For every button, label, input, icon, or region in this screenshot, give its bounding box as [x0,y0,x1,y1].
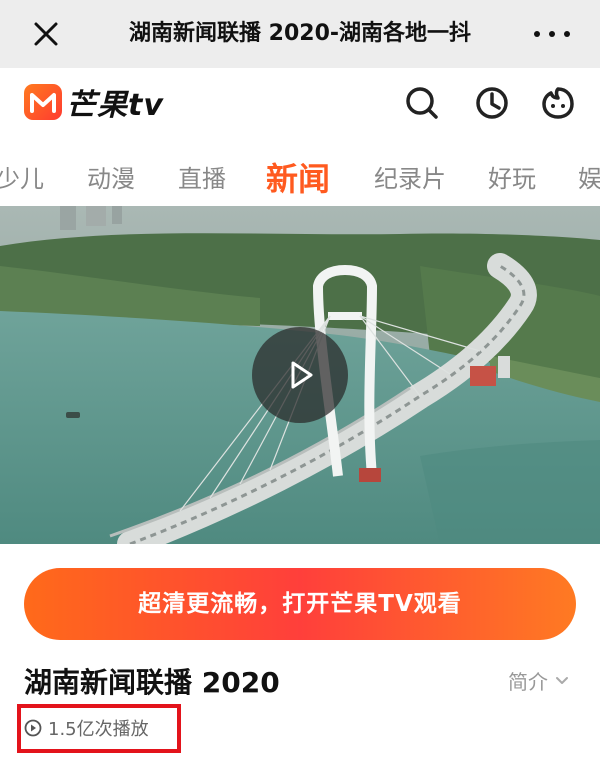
intro-label: 简介 [508,670,548,694]
page-title: 湖南新闻联播 2020-湖南各地一抖 [128,21,472,46]
logo-mark-icon [24,84,62,120]
open-app-button[interactable]: 超清更流畅，打开芒果TV观看 [24,568,576,640]
play-icon[interactable] [252,327,348,423]
history-icon[interactable] [472,83,512,123]
chevron-down-icon [556,676,568,684]
tab-anime[interactable]: 动漫 [87,138,135,206]
tab-fun[interactable]: 好玩 [488,138,536,206]
user-icon[interactable] [538,83,578,123]
program-title: 湖南新闻联播 2020 [24,666,280,699]
site-header: 芒果tv [0,68,600,138]
close-icon[interactable] [30,18,62,50]
logo-text: 芒果tv [66,88,164,123]
search-icon[interactable] [402,83,442,123]
more-icon[interactable] [530,20,574,48]
play-count-highlight [17,704,181,753]
tab-news[interactable]: 新闻 [266,138,330,206]
category-tabs: 少儿 动漫 直播 新闻 纪录片 好玩 娱 [0,138,600,206]
tab-entertainment[interactable]: 娱 [578,138,600,206]
tab-documentary[interactable]: 纪录片 [374,138,446,206]
tab-live[interactable]: 直播 [178,138,226,206]
mangotv-logo[interactable]: 芒果tv [24,82,164,123]
webview-topbar: 湖南新闻联播 2020-湖南各地一抖 [0,0,600,68]
tab-kids[interactable]: 少儿 [0,138,44,206]
intro-toggle[interactable]: 简介 [508,666,570,695]
video-player[interactable] [0,206,600,544]
